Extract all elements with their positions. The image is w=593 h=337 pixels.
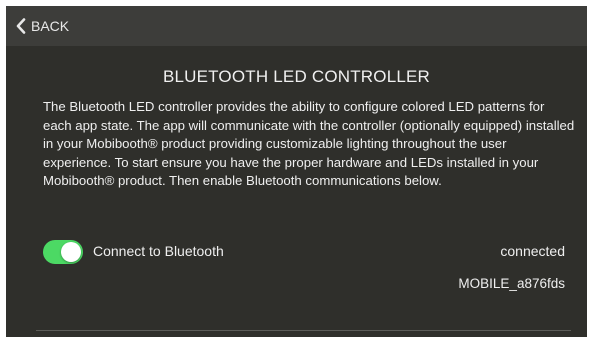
top-bar: BACK (6, 6, 587, 46)
description-text: The Bluetooth LED controller provides th… (43, 99, 575, 188)
toggle-knob (61, 242, 81, 262)
page-title: BLUETOOTH LED CONTROLLER (162, 67, 431, 86)
chevron-left-icon (16, 18, 26, 34)
connection-status: connected (500, 243, 565, 259)
bluetooth-toggle-label: Connect to Bluetooth (93, 243, 224, 259)
divider (36, 330, 571, 331)
back-label: BACK (31, 18, 70, 34)
device-name: MOBILE_a876fds (458, 276, 565, 291)
bluetooth-toggle[interactable] (43, 240, 83, 264)
screen: BACK BLUETOOTH LED CONTROLLER The Blueto… (6, 6, 587, 337)
back-button[interactable]: BACK (16, 14, 69, 38)
